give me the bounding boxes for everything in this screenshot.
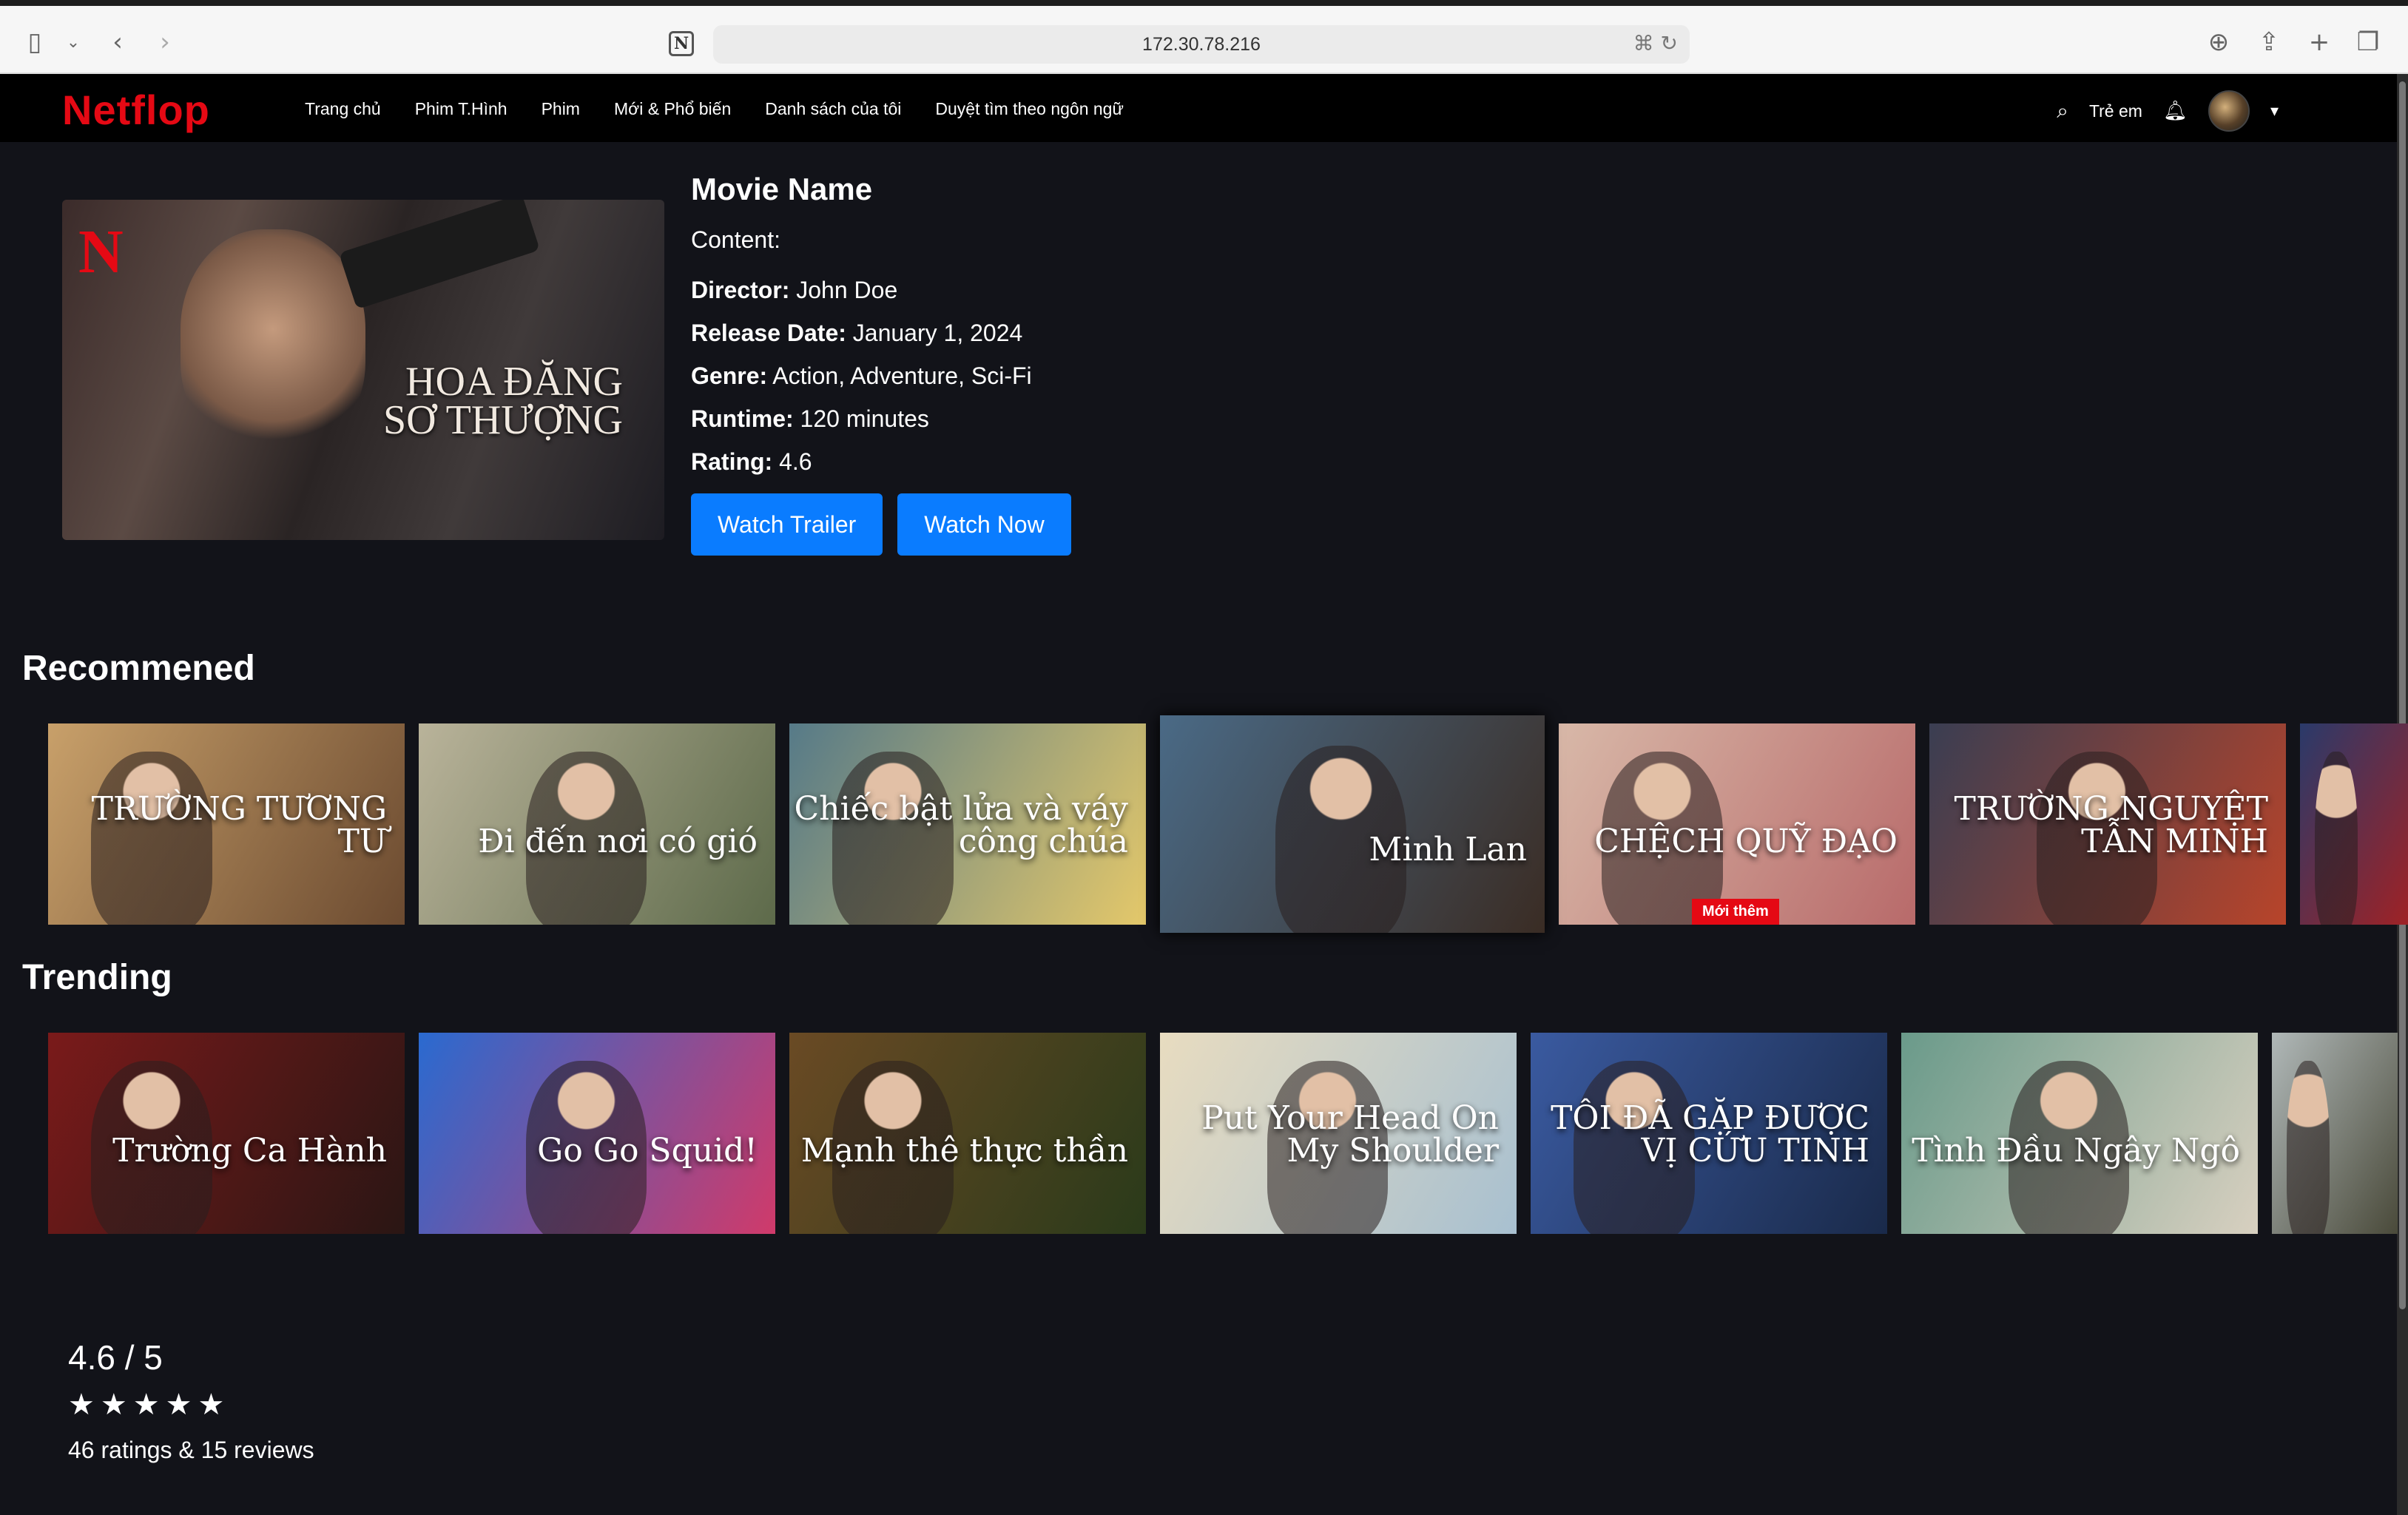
tile-title: CHỆCH QUỸ ĐẠO	[1594, 823, 1898, 860]
trending-tile[interactable]: Put Your Head On My Shoulder	[1160, 1033, 1517, 1234]
url-text: 172.30.78.216	[1142, 33, 1261, 55]
tabs-overview-icon[interactable]: ❐	[2351, 25, 2385, 59]
logo[interactable]: Netflop	[62, 86, 210, 134]
star-rating: ★ ★ ★ ★ ★	[68, 1388, 314, 1422]
nav-home[interactable]: Trang chủ	[305, 99, 381, 119]
notion-icon[interactable]: N	[669, 31, 694, 56]
chevron-left-icon[interactable]: ‹	[101, 25, 135, 59]
plus-icon[interactable]: +	[2302, 25, 2336, 59]
trending-row: Trường Ca Hành Go Go Squid! Mạnh thê thực …	[48, 1033, 2398, 1234]
caret-down-icon[interactable]: ▾	[2270, 102, 2279, 121]
browser-toolbar: ▯ ⌄ ‹ › N 172.30.78.216 ⌘ ↻ ⊕ ⇪ + ❐	[0, 0, 2408, 74]
trending-heading: Trending	[22, 958, 172, 997]
recommended-tile[interactable]: TRƯỜNG NGUYỆT TẪN MINH	[1929, 723, 2286, 925]
download-icon[interactable]: ⊕	[2202, 25, 2236, 59]
sidebar-icon[interactable]: ▯	[18, 25, 52, 59]
poster-figure	[181, 229, 365, 451]
recommended-tile[interactable]: Chiếc bật lửa và váy công chúa	[789, 723, 1146, 925]
bell-icon[interactable]: 🔔︎	[2163, 100, 2188, 122]
star-icon: ★	[100, 1388, 127, 1422]
tile-figure	[2287, 1061, 2330, 1234]
recommended-tile[interactable]: TRƯỜNG TƯƠNG TƯ	[48, 723, 405, 925]
rating-score: 4.6 / 5	[68, 1338, 163, 1377]
chevron-right-icon[interactable]: ›	[148, 25, 182, 59]
nav-my-list[interactable]: Danh sách của tôi	[765, 99, 901, 119]
recommended-tile[interactable]: Minh Lan	[1160, 715, 1545, 933]
avatar[interactable]	[2208, 90, 2250, 132]
star-icon: ★	[68, 1388, 95, 1422]
poster-gun	[339, 200, 540, 310]
tile-title: Trường Ca Hành	[112, 1132, 387, 1170]
trending-tile[interactable]: Mạnh thê thực thần	[789, 1033, 1146, 1234]
recommended-tile[interactable]: CHỆCH QUỸ ĐẠO Mới thêm	[1559, 723, 1915, 925]
recommended-heading: Recommened	[22, 649, 255, 688]
runtime-line: Runtime: 120 minutes	[691, 405, 929, 432]
kids-link[interactable]: Trẻ em	[2089, 101, 2142, 121]
trending-tile[interactable]: Trường Ca Hành	[48, 1033, 405, 1234]
tile-title: Mạnh thê thực thần	[800, 1132, 1128, 1170]
star-icon: ★	[132, 1388, 160, 1422]
reload-icon[interactable]: ↻	[1661, 31, 1678, 55]
tile-title: TRƯỜNG NGUYỆT TẪN MINH	[1954, 790, 2268, 860]
rating-summary: 4.6 / 5 ★ ★ ★ ★ ★ 46 ratings & 15 reviews	[68, 1337, 314, 1464]
trending-tile[interactable]	[2272, 1033, 2398, 1234]
nav-tv-shows[interactable]: Phim T.Hình	[415, 99, 507, 119]
rating-count: 46 ratings & 15 reviews	[68, 1437, 314, 1463]
trending-tile[interactable]: Tình Đầu Ngây Ngô	[1901, 1033, 2258, 1234]
movie-title: Movie Name	[691, 172, 873, 206]
tile-title: Go Go Squid!	[537, 1132, 758, 1170]
release-line: Release Date: January 1, 2024	[691, 320, 1023, 346]
star-icon: ★	[165, 1388, 192, 1422]
tile-title: TRƯỜNG TƯƠNG TƯ	[91, 790, 387, 860]
nav-browse-language[interactable]: Duyệt tìm theo ngôn ngữ	[935, 99, 1124, 119]
tile-title: Minh Lan	[1369, 831, 1527, 868]
trending-tile[interactable]: TÔI ĐÃ GẶP ĐƯỢC VỊ CỨU TINH	[1531, 1033, 1887, 1234]
recommended-row: TRƯỜNG TƯƠNG TƯ Đi đến nơi có gió Chiếc bậ…	[48, 715, 2408, 933]
tile-title: TÔI ĐÃ GẶP ĐƯỢC VỊ CỨU TINH	[1551, 1099, 1869, 1170]
recommended-tile[interactable]	[2300, 723, 2408, 925]
chevron-down-icon[interactable]: ⌄	[56, 25, 90, 59]
tile-title: Tình Đầu Ngây Ngô	[1912, 1132, 2240, 1170]
search-icon[interactable]: ⌕	[2057, 98, 2068, 124]
tile-title: Chiếc bật lửa và váy công chúa	[794, 790, 1129, 860]
tile-title: Đi đến nơi có gió	[478, 823, 758, 860]
watch-trailer-button[interactable]: Watch Trailer	[691, 493, 883, 556]
star-icon: ★	[198, 1388, 225, 1422]
watch-now-button[interactable]: Watch Now	[897, 493, 1071, 556]
site-header: Netflop Trang chủ Phim T.Hình Phim Mới &…	[0, 74, 2397, 142]
main-nav: Trang chủ Phim T.Hình Phim Mới & Phổ biế…	[305, 99, 1124, 119]
director-line: Director: John Doe	[691, 277, 898, 303]
trending-tile[interactable]: Go Go Squid!	[419, 1033, 775, 1234]
rating-line: Rating: 4.6	[691, 448, 812, 475]
nav-new-popular[interactable]: Mới & Phổ biến	[614, 99, 731, 119]
movie-poster: N HOA ĐĂNG SƠ THƯỢNG	[62, 200, 664, 540]
translate-icon[interactable]: ⌘	[1633, 31, 1654, 55]
address-bar[interactable]: 172.30.78.216 ⌘ ↻	[713, 25, 1690, 64]
genre-line: Genre: Action, Adventure, Sci-Fi	[691, 362, 1032, 389]
content-label: Content:	[691, 226, 780, 253]
scrollbar-thumb[interactable]	[2399, 81, 2406, 1309]
header-actions: ⌕ Trẻ em 🔔︎ ▾	[2057, 90, 2279, 132]
share-icon[interactable]: ⇪	[2252, 25, 2286, 59]
poster-title: HOA ĐĂNG SƠ THƯỢNG	[383, 359, 623, 443]
netflix-n-logo: N	[78, 217, 124, 286]
action-buttons: Watch Trailer Watch Now	[691, 493, 1071, 556]
nav-movies[interactable]: Phim	[542, 99, 580, 119]
tile-figure	[2315, 752, 2358, 925]
movie-info: Movie Name Content: Director: John Doe R…	[691, 172, 1071, 556]
new-badge: Mới thêm	[1692, 899, 1779, 925]
recommended-tile[interactable]: Đi đến nơi có gió	[419, 723, 775, 925]
tile-title: Put Your Head On My Shoulder	[1201, 1099, 1499, 1170]
